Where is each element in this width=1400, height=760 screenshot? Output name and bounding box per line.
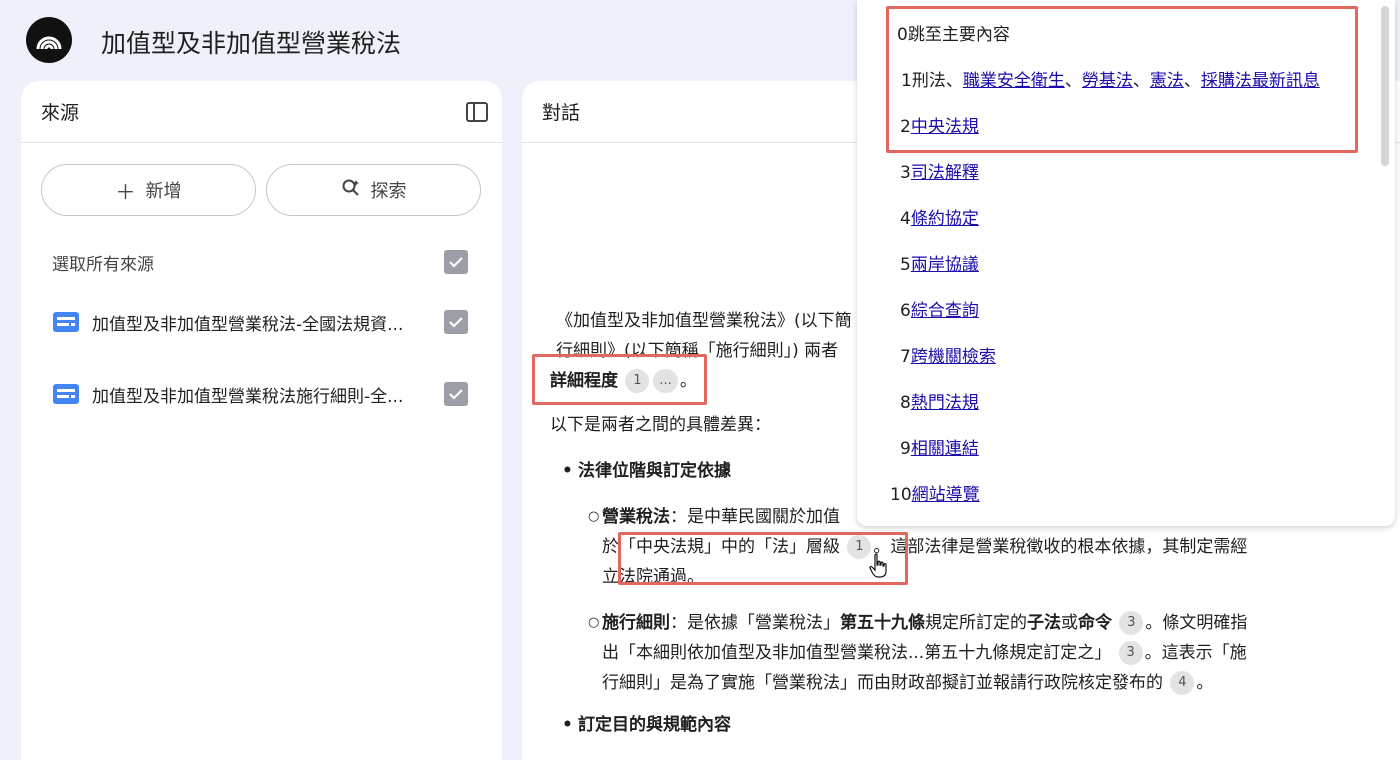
app-logo-icon[interactable] (26, 17, 72, 63)
term-bold: 命令 (1078, 613, 1112, 633)
text: 。這部法律是營業稅徵收的根本依據，其制定需經 (873, 537, 1248, 557)
link-item[interactable]: 條約協定 (911, 209, 979, 229)
item-number: 8 (900, 393, 911, 413)
sources-panel-header: 來源 (21, 81, 502, 143)
term-bold: 施行細則 (602, 613, 670, 633)
panel-collapse-icon[interactable] (465, 100, 489, 124)
link-item[interactable]: 跨機關檢索 (911, 347, 996, 367)
link-item[interactable]: 兩岸協議 (911, 255, 979, 275)
text: ：是依據「營業稅法」 (670, 613, 840, 633)
term-bold: 營業稅法 (602, 507, 670, 527)
text: 規定所訂定的 (925, 613, 1027, 633)
text: 。 (1196, 673, 1214, 693)
add-source-label: 新增 (145, 181, 182, 202)
sources-panel: 來源 ＋ 新增 探索 選取所有來源 加值型及非加值型營業稅法-全國法規資... … (21, 81, 502, 760)
highlight-box (618, 532, 908, 585)
text: 或 (1061, 613, 1078, 633)
link-item[interactable]: 網站導覽 (912, 485, 980, 505)
link-item[interactable]: 相關連結 (911, 439, 979, 459)
document-icon (52, 383, 80, 405)
select-all-label: 選取所有來源 (52, 254, 154, 275)
section-title: 訂定目的與規範內容 (562, 710, 1290, 740)
skip-link-item[interactable]: 10網站導覽 (890, 482, 980, 508)
explore-label: 探索 (370, 181, 407, 202)
skip-link-item[interactable]: 3司法解釋 (900, 160, 979, 186)
skip-link-item[interactable]: 5兩岸協議 (900, 252, 979, 278)
link-item[interactable]: 綜合查詢 (911, 301, 979, 321)
hand-cursor-icon (868, 553, 890, 583)
text: 行細則」是為了實施「營業稅法」而由財政部擬訂並報請行政院核定發布的 (602, 673, 1163, 693)
skip-link-item[interactable]: 4條約協定 (900, 206, 979, 232)
source-item[interactable]: 加值型及非加值型營業稅法-全國法規資... (52, 305, 468, 339)
citation-badge[interactable]: 3 (1119, 611, 1144, 635)
skip-link-item[interactable]: 9相關連結 (900, 436, 979, 462)
source-checkbox[interactable] (444, 382, 468, 406)
source-item[interactable]: 加值型及非加值型營業稅法施行細則-全... (52, 377, 468, 411)
link-item[interactable]: 熱門法規 (911, 393, 979, 413)
citation-badge[interactable]: 4 (1170, 671, 1195, 695)
document-icon (52, 311, 80, 333)
term-bold: 子法 (1027, 613, 1061, 633)
item-number: 3 (900, 163, 911, 183)
skip-link-item[interactable]: 8熱門法規 (900, 390, 979, 416)
skip-link-item[interactable]: 7跨機關檢索 (900, 344, 996, 370)
text: 。條文明確指 (1145, 613, 1248, 633)
text: 。這表示「施 (1144, 643, 1247, 663)
item-number: 7 (900, 347, 911, 367)
source-checkbox[interactable] (444, 310, 468, 334)
list-item: 施行細則：是依據「營業稅法」第五十九條規定所訂定的子法或命令 3。條文明確指 出… (588, 608, 1290, 698)
item-number: 9 (900, 439, 911, 459)
text: ：是中華民國關於加值 (670, 507, 840, 527)
source-item-label: 加值型及非加值型營業稅法-全國法規資... (92, 314, 404, 335)
chat-panel-title: 對話 (542, 102, 581, 124)
text: 出「本細則依加值型及非加值型營業稅法...第五十九條規定訂定之」 (602, 643, 1112, 663)
select-all-checkbox[interactable] (444, 250, 468, 274)
plus-icon: ＋ (115, 179, 136, 204)
link-item[interactable]: 司法解釋 (911, 163, 979, 183)
search-sparkle-icon (341, 178, 361, 203)
highlight-box (532, 354, 707, 405)
skip-link-item[interactable]: 6綜合查詢 (900, 298, 979, 324)
select-all-row[interactable]: 選取所有來源 (52, 247, 468, 277)
add-source-button[interactable]: ＋ 新增 (41, 164, 256, 216)
explore-button[interactable]: 探索 (266, 164, 481, 216)
item-number: 10 (890, 485, 912, 505)
term-bold: 第五十九條 (840, 613, 925, 633)
item-number: 5 (900, 255, 911, 275)
app-title: 加值型及非加值型營業稅法 (101, 29, 402, 58)
item-number: 6 (900, 301, 911, 321)
source-item-label: 加值型及非加值型營業稅法施行細則-全... (92, 386, 404, 407)
item-number: 4 (900, 209, 911, 229)
citation-badge[interactable]: 3 (1118, 641, 1143, 665)
sources-panel-title: 來源 (41, 102, 80, 124)
highlight-box (886, 6, 1358, 153)
scrollbar[interactable] (1381, 6, 1389, 166)
